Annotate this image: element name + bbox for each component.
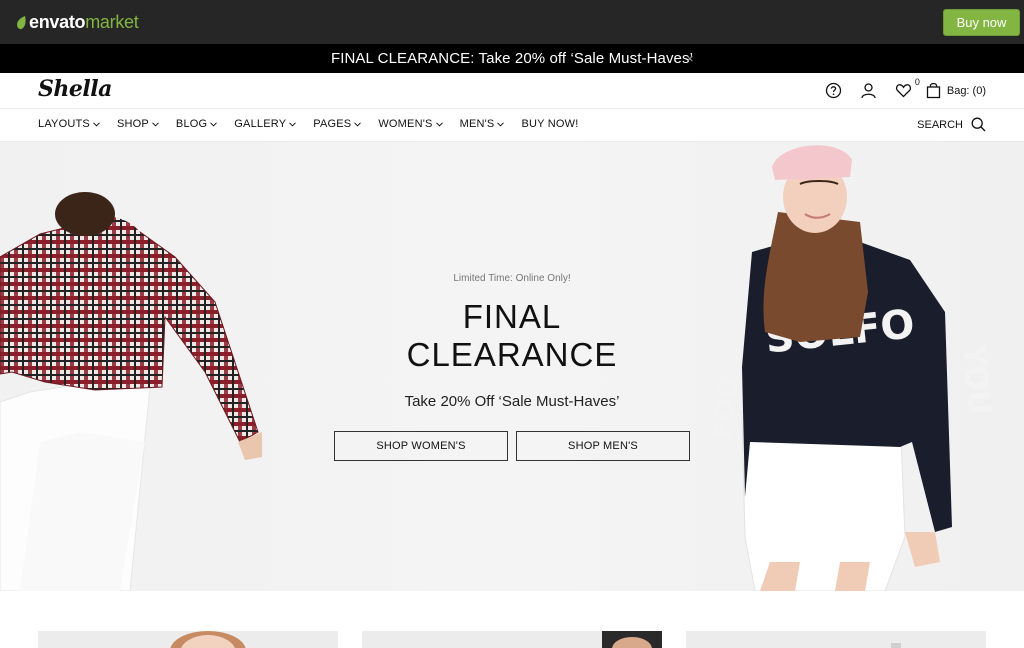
nav-item-pages[interactable]: PAGES <box>313 118 362 130</box>
hero-title-line2: CLEARANCE <box>406 336 618 373</box>
nav-item-layouts[interactable]: LAYOUTS <box>38 118 100 130</box>
nav-item-label: GALLERY <box>234 118 287 130</box>
nav-item-label: BLOG <box>175 118 208 130</box>
category-card[interactable] <box>686 631 986 648</box>
chevron-down-icon <box>210 121 218 127</box>
envato-leaf-icon <box>17 15 26 29</box>
nav-item-mens[interactable]: MEN'S <box>460 118 505 130</box>
user-icon[interactable] <box>860 82 877 99</box>
nav-item-shop[interactable]: SHOP <box>117 118 159 130</box>
category-card[interactable] <box>38 631 338 648</box>
site-header: Shella 0 Bag: (0) <box>0 73 1024 109</box>
category-card-image <box>170 631 246 648</box>
chevron-down-icon <box>152 121 159 127</box>
nav-item-buy-now[interactable]: BUY NOW! <box>521 118 578 130</box>
search-button[interactable]: SEARCH <box>917 117 986 132</box>
close-icon[interactable]: × <box>686 51 694 66</box>
hero-subtitle: Take 20% Off ‘Sale Must-Haves’ <box>404 393 620 410</box>
header-icons: 0 Bag: (0) <box>807 77 986 99</box>
nav-item-label: SHOP <box>116 118 149 130</box>
site-logo[interactable]: Shella <box>38 76 112 102</box>
hero-title-line1: FINAL <box>462 298 562 335</box>
hero-title: FINAL CLEARANCE <box>0 298 1024 374</box>
heart-icon[interactable]: 0 <box>895 77 920 99</box>
announcement-text: FINAL CLEARANCE: Take 20% off ‘Sale Must… <box>330 50 694 67</box>
nav-item-womens[interactable]: WOMEN'S <box>378 118 443 130</box>
wishlist-count: 0 <box>914 77 920 87</box>
bag-link[interactable]: Bag: (0) <box>926 82 986 99</box>
category-card-image <box>602 631 662 648</box>
envato-logo-word: envato <box>29 12 86 32</box>
envato-topbar: envato market Buy now <box>0 0 1024 44</box>
buy-now-button[interactable]: Buy now <box>943 9 1020 36</box>
bag-label: Bag: (0) <box>946 84 986 97</box>
category-card[interactable] <box>362 631 662 648</box>
chevron-down-icon <box>289 121 297 127</box>
hero-banner: SOLFO YOU FOO Limited Time: Online Only!… <box>0 142 1024 591</box>
search-icon <box>971 117 986 132</box>
nav-item-blog[interactable]: BLOG <box>175 118 218 130</box>
hero-kicker: Limited Time: Online Only! <box>453 273 571 284</box>
shop-mens-button[interactable]: SHOP MEN'S <box>516 431 690 461</box>
main-nav: LAYOUTS SHOP BLOG GALLERY PAGES WOMEN'S … <box>0 109 1024 142</box>
nav-item-label: WOMEN'S <box>378 118 433 130</box>
market-logo-word: market <box>85 12 139 32</box>
chevron-down-icon <box>93 121 100 127</box>
search-label: SEARCH <box>917 118 963 131</box>
nav-item-label: MEN'S <box>459 118 495 130</box>
chevron-down-icon <box>354 121 362 127</box>
nav-item-label: BUY NOW! <box>521 118 579 130</box>
nav-item-label: PAGES <box>313 118 352 130</box>
shop-womens-button[interactable]: SHOP WOMEN'S <box>334 431 508 461</box>
announcement-bar: FINAL CLEARANCE: Take 20% off ‘Sale Must… <box>0 44 1024 73</box>
envato-logo[interactable]: envato market <box>16 12 139 33</box>
chevron-down-icon <box>497 121 505 127</box>
nav-item-gallery[interactable]: GALLERY <box>234 118 297 130</box>
nav-item-label: LAYOUTS <box>38 118 90 130</box>
category-card-image <box>891 643 901 648</box>
category-cards <box>0 591 1024 648</box>
chevron-down-icon <box>435 121 443 127</box>
bag-icon <box>926 82 941 99</box>
nav-menu: LAYOUTS SHOP BLOG GALLERY PAGES WOMEN'S … <box>38 118 595 130</box>
help-icon[interactable] <box>825 82 842 99</box>
